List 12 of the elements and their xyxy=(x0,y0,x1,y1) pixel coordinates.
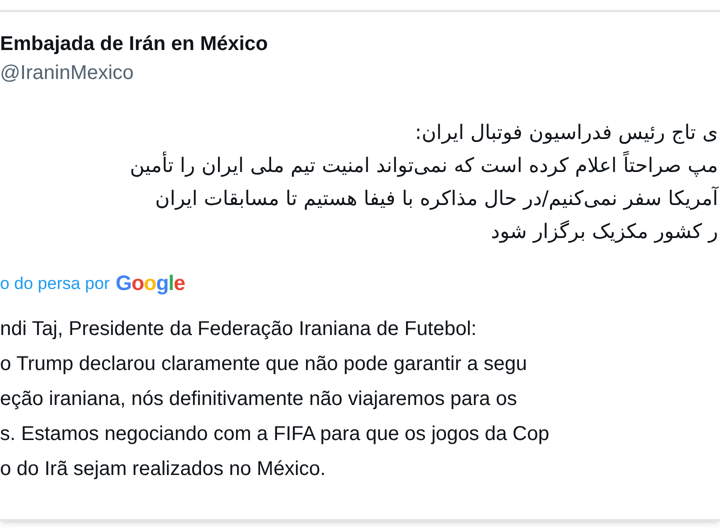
translated-text-line: o do Irã sejam realizados no México. xyxy=(0,456,327,482)
translated-text-line: o Trump declarou claramente que não pode garantir a segu xyxy=(0,352,528,376)
translation-provider-logo: Google xyxy=(116,271,185,297)
author-handle[interactable]: @IraninMexico xyxy=(0,60,720,86)
tweet-text-line: ی تاج رئیس فدراسیون فوتبال ایران: xyxy=(414,119,719,146)
author-name[interactable]: Embajada de Irán en México xyxy=(0,30,720,58)
tweet-text-line: ر کشور مکزیک برگزار شود xyxy=(490,218,719,245)
tweet-text-line: آمریکا سفر نمی‌کنیم/در حال مذاکره با فیفا هستیم تا مسابقات ایران xyxy=(155,185,720,212)
tweet-text-line: مپ صراحتاً اعلام کرده است که نمی‌تواند امنیت تیم ملی ایران را تأمین xyxy=(130,150,719,179)
translated-text-line: ndi Taj, Presidente da Federação Iraniana de Futebol: xyxy=(0,316,478,342)
translated-text-line: eção iraniana, nós definitivamente não viajaremos para os xyxy=(0,386,518,412)
translated-text-line: s. Estamos negociando com a FIFA para que os jogos da Cop xyxy=(0,422,550,446)
